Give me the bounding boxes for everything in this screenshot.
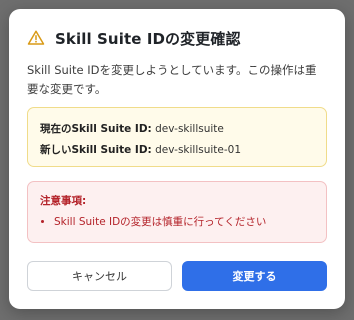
- current-id-label: 現在のSkill Suite ID:: [40, 123, 152, 135]
- dialog-title: Skill Suite IDの変更確認: [55, 29, 241, 48]
- id-change-summary: 現在のSkill Suite ID: dev-skillsuite 新しいSki…: [27, 107, 327, 167]
- new-id-label: 新しいSkill Suite ID:: [40, 144, 152, 156]
- current-id-row: 現在のSkill Suite ID: dev-skillsuite: [40, 119, 314, 140]
- dialog-description: Skill Suite IDを変更しようとしています。この操作は重要な変更です。: [27, 63, 317, 96]
- new-id-row: 新しいSkill Suite ID: dev-skillsuite-01: [40, 140, 314, 161]
- dialog-header: Skill Suite IDの変更確認: [27, 28, 241, 48]
- notice-heading: 注意事項:: [40, 195, 87, 207]
- confirm-dialog: Skill Suite IDの変更確認 Skill Suite IDを変更しよう…: [9, 9, 345, 309]
- new-id-value: dev-skillsuite-01: [155, 144, 242, 156]
- notice-box: 注意事項: Skill Suite IDの変更は慎重に行ってください: [27, 181, 327, 243]
- notice-list: Skill Suite IDの変更は慎重に行ってください: [40, 215, 314, 230]
- confirm-change-button[interactable]: 変更する: [182, 261, 327, 291]
- cancel-button[interactable]: キャンセル: [27, 261, 172, 291]
- warning-triangle-icon: [27, 30, 45, 45]
- notice-item: Skill Suite IDの変更は慎重に行ってください: [54, 215, 314, 230]
- current-id-value: dev-skillsuite: [155, 123, 224, 135]
